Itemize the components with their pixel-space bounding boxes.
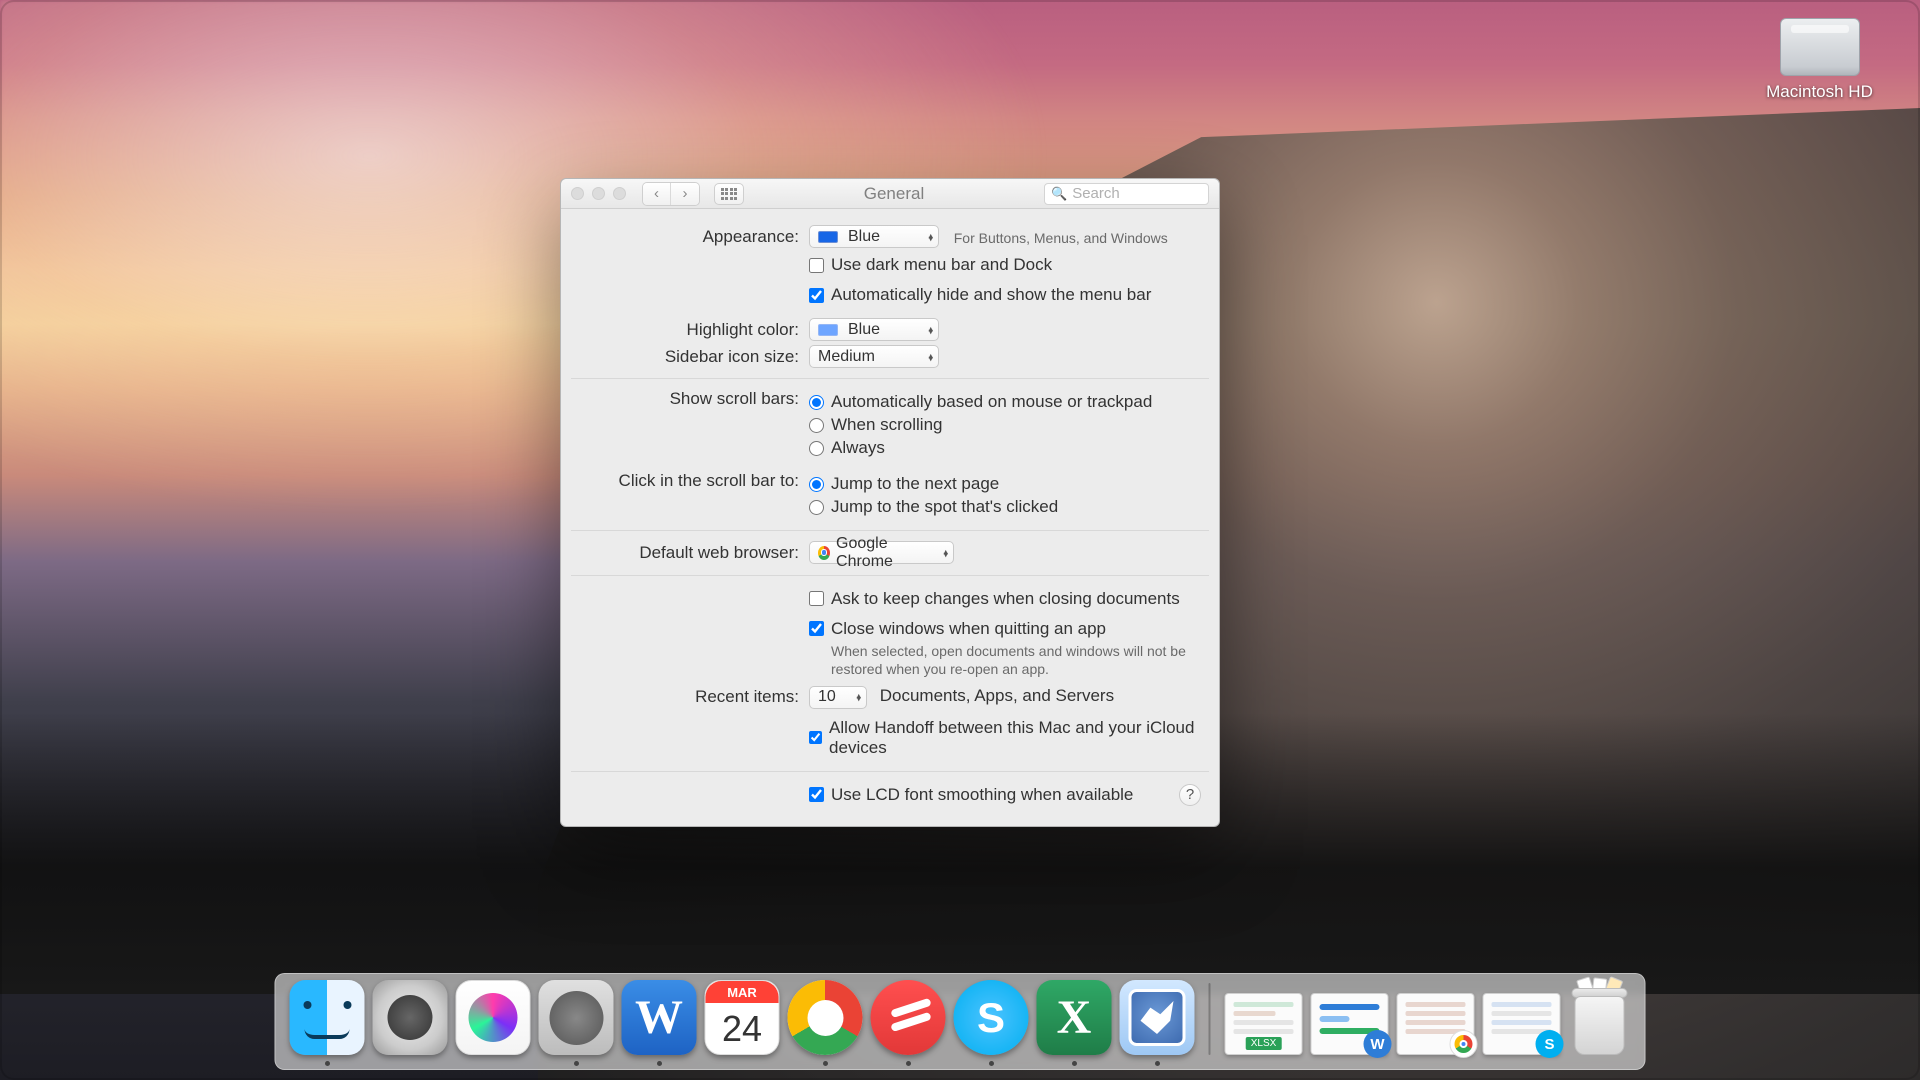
forward-button[interactable]: › (671, 183, 699, 205)
default-browser-value: Google Chrome (836, 535, 933, 571)
jump-next-page-radio[interactable]: Jump to the next page (809, 474, 1201, 494)
close-button[interactable] (571, 187, 584, 200)
dock: ♪ W MAR 24 S X XLSX W S (275, 973, 1646, 1070)
chrome-icon (818, 546, 830, 560)
sidebar-icon-size-dropdown[interactable]: Medium (809, 345, 939, 368)
window-traffic-lights (571, 187, 626, 200)
back-button[interactable]: ‹ (643, 183, 671, 205)
search-icon: 🔍 (1051, 186, 1067, 202)
dock-app-launchpad[interactable] (373, 980, 448, 1055)
default-browser-dropdown[interactable]: Google Chrome (809, 541, 954, 564)
dock-window-excel[interactable]: XLSX (1225, 993, 1303, 1055)
dock-window-chrome[interactable] (1397, 993, 1475, 1055)
desktop-drive-macintosh-hd[interactable]: Macintosh HD (1757, 18, 1882, 102)
dock-app-finder[interactable] (290, 980, 365, 1055)
system-preferences-window: ‹ › General 🔍 Search Appearance: Blue Fo… (560, 178, 1220, 827)
recent-items-label: Recent items: (579, 687, 809, 707)
click-scroll-bar-label: Click in the scroll bar to: (579, 471, 809, 491)
auto-hide-menu-label: Automatically hide and show the menu bar (831, 285, 1151, 305)
zoom-button[interactable] (613, 187, 626, 200)
highlight-dropdown[interactable]: Blue (809, 318, 939, 341)
dock-divider (1209, 983, 1211, 1055)
general-preferences-pane: Appearance: Blue For Buttons, Menus, and… (561, 209, 1219, 826)
nav-back-forward: ‹ › (642, 182, 700, 206)
dock-app-system-preferences[interactable] (539, 980, 614, 1055)
dock-app-excel[interactable]: X (1037, 980, 1112, 1055)
xlsx-badge: XLSX (1246, 1037, 1282, 1050)
scroll-always-radio[interactable]: Always (809, 438, 1201, 458)
sidebar-icon-size-value: Medium (818, 348, 875, 366)
scroll-when-scrolling-radio[interactable]: When scrolling (809, 415, 1201, 435)
dock-app-mail[interactable] (1120, 980, 1195, 1055)
window-titlebar[interactable]: ‹ › General 🔍 Search (561, 179, 1219, 209)
skype-mini-icon: S (1536, 1030, 1564, 1058)
dock-app-word[interactable]: W (622, 980, 697, 1055)
appearance-label: Appearance: (579, 227, 809, 247)
appearance-dropdown[interactable]: Blue (809, 225, 939, 248)
dock-app-calendar[interactable]: MAR 24 (705, 980, 780, 1055)
auto-hide-menu-checkbox[interactable]: Automatically hide and show the menu bar (809, 285, 1201, 305)
highlight-label: Highlight color: (579, 320, 809, 340)
dock-app-chrome[interactable] (788, 980, 863, 1055)
sidebar-icon-size-label: Sidebar icon size: (579, 347, 809, 367)
scroll-auto-radio[interactable]: Automatically based on mouse or trackpad (809, 392, 1201, 412)
show-scroll-bars-label: Show scroll bars: (579, 389, 809, 409)
calendar-month: MAR (706, 981, 779, 1003)
lcd-font-smoothing-checkbox[interactable]: Use LCD font smoothing when available (809, 785, 1179, 805)
drive-label: Macintosh HD (1757, 82, 1882, 102)
help-button[interactable]: ? (1179, 784, 1201, 806)
appearance-value: Blue (848, 228, 880, 246)
close-windows-hint: When selected, open documents and window… (831, 642, 1191, 678)
ask-keep-changes-checkbox[interactable]: Ask to keep changes when closing documen… (809, 589, 1201, 609)
window-title: General (752, 184, 1036, 204)
dock-app-todoist[interactable] (871, 980, 946, 1055)
jump-to-spot-radio[interactable]: Jump to the spot that's clicked (809, 497, 1201, 517)
dark-menu-checkbox[interactable]: Use dark menu bar and Dock (809, 255, 1201, 275)
recent-items-hint: Documents, Apps, and Servers (880, 686, 1114, 705)
highlight-chip-icon (818, 324, 838, 336)
appearance-hint: For Buttons, Menus, and Windows (954, 230, 1168, 246)
dark-menu-label: Use dark menu bar and Dock (831, 255, 1052, 275)
default-browser-label: Default web browser: (579, 543, 809, 563)
minimize-button[interactable] (592, 187, 605, 200)
search-placeholder: Search (1072, 185, 1120, 202)
search-field[interactable]: 🔍 Search (1044, 183, 1209, 205)
drive-icon (1780, 18, 1860, 76)
dock-app-skype[interactable]: S (954, 980, 1029, 1055)
dock-window-skype[interactable]: S (1483, 993, 1561, 1055)
show-all-button[interactable] (714, 183, 744, 205)
highlight-value: Blue (848, 321, 880, 339)
close-windows-checkbox[interactable]: Close windows when quitting an app (809, 619, 1201, 639)
calendar-day: 24 (706, 1003, 779, 1054)
dock-app-itunes[interactable]: ♪ (456, 980, 531, 1055)
dock-trash[interactable] (1569, 980, 1631, 1055)
word-mini-icon: W (1364, 1030, 1392, 1058)
dock-window-word[interactable]: W (1311, 993, 1389, 1055)
handoff-checkbox[interactable]: Allow Handoff between this Mac and your … (809, 718, 1201, 758)
recent-items-dropdown[interactable]: 10 (809, 686, 867, 709)
chrome-mini-icon (1450, 1030, 1478, 1058)
recent-items-value: 10 (818, 688, 836, 706)
blue-chip-icon (818, 231, 838, 243)
